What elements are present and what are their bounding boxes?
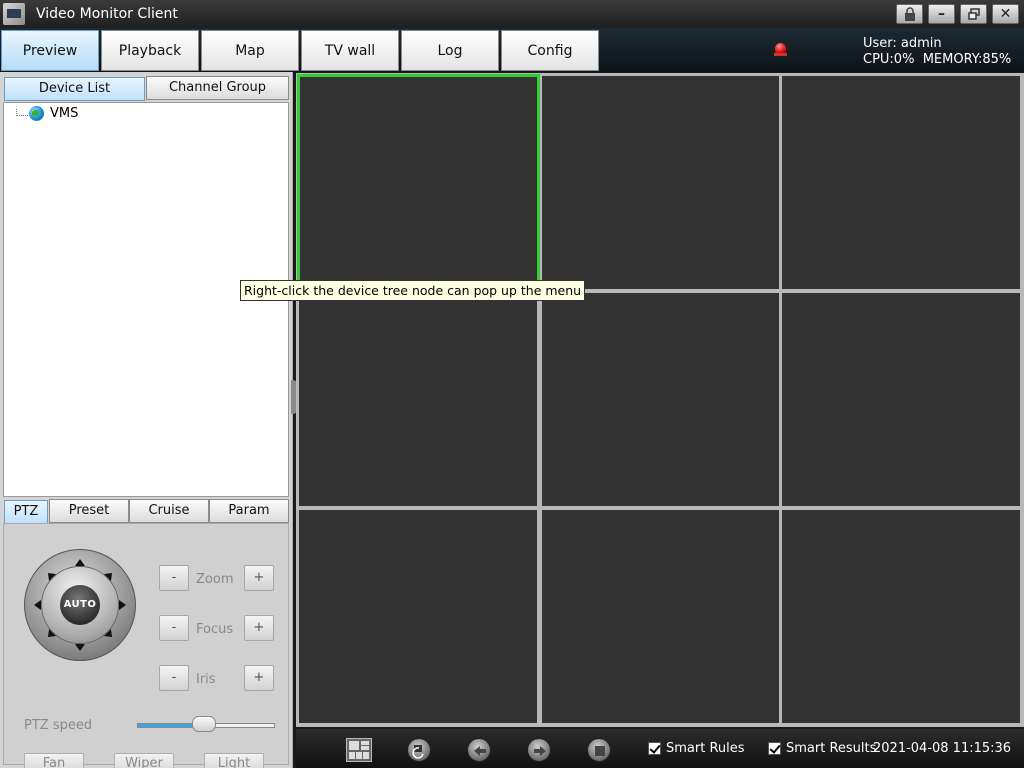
tab-log[interactable]: Log: [401, 30, 499, 71]
focus-minus-button[interactable]: -: [159, 615, 189, 641]
smart-rules-label: Smart Rules: [666, 741, 745, 756]
ptz-panel: AUTO - Zoom + - Focus + - Iris + PTZ spe…: [3, 523, 289, 768]
video-cell-6[interactable]: [782, 293, 1020, 506]
restore-button[interactable]: [960, 4, 987, 24]
focus-plus-button[interactable]: +: [244, 615, 274, 641]
minimize-button[interactable]: –: [928, 4, 955, 24]
smart-results-label: Smart Results: [786, 741, 877, 756]
close-button[interactable]: ✕: [992, 4, 1019, 24]
zoom-label: Zoom: [196, 572, 234, 587]
stop-glyph: [595, 746, 605, 756]
wiper-button[interactable]: Wiper: [114, 753, 174, 768]
window-title: Video Monitor Client: [36, 6, 178, 22]
tab-tv-wall[interactable]: TV wall: [301, 30, 399, 71]
ptz-joystick[interactable]: AUTO: [24, 549, 136, 661]
sequence-glyph: [412, 745, 424, 759]
video-cell-7[interactable]: [299, 510, 537, 723]
stop-all-icon[interactable]: [587, 738, 611, 762]
tab-preview[interactable]: Preview: [1, 30, 99, 71]
ptz-speed-thumb[interactable]: [192, 716, 216, 732]
tab-playback[interactable]: Playback: [101, 30, 199, 71]
smart-results-checkbox[interactable]: [768, 742, 781, 755]
app-icon: [3, 3, 25, 25]
main-nav: Preview Playback Map TV wall Log Config …: [0, 28, 1024, 72]
video-cell-1[interactable]: [297, 74, 540, 290]
iris-minus-button[interactable]: -: [159, 665, 189, 691]
tooltip: Right-click the device tree node can pop…: [240, 280, 586, 301]
joystick-ring: AUTO: [41, 566, 119, 644]
slider-fill: [138, 724, 199, 727]
zoom-minus-button[interactable]: -: [159, 565, 189, 591]
user-label: User: admin: [863, 36, 942, 51]
lock-icon: [904, 7, 915, 21]
light-button[interactable]: Light: [204, 753, 264, 768]
next-page-icon[interactable]: [527, 738, 551, 762]
minimize-icon: –: [938, 6, 945, 22]
tab-preset[interactable]: Preset: [49, 499, 129, 523]
iris-label: Iris: [196, 672, 216, 687]
tab-device-list[interactable]: Device List: [4, 77, 145, 101]
fan-button[interactable]: Fan: [24, 753, 84, 768]
previous-page-icon[interactable]: [467, 738, 491, 762]
globe-icon: [29, 106, 44, 121]
system-stats: CPU:0% MEMORY:85%: [863, 52, 1012, 67]
alarm-icon[interactable]: [774, 43, 787, 57]
tab-ptz[interactable]: PTZ: [4, 500, 48, 524]
user-info: User: admin CPU:0% MEMORY:85%: [863, 36, 1011, 68]
close-icon: ✕: [999, 6, 1012, 22]
focus-label: Focus: [196, 622, 234, 637]
tab-config[interactable]: Config: [501, 30, 599, 71]
auto-button[interactable]: AUTO: [60, 585, 100, 625]
smart-rules-checkbox[interactable]: [648, 742, 661, 755]
ptz-speed-label: PTZ speed: [24, 718, 93, 733]
tab-param[interactable]: Param: [209, 499, 289, 523]
layout-icon[interactable]: [346, 738, 372, 762]
lock-button[interactable]: [896, 4, 923, 24]
video-grid: [296, 73, 1024, 727]
right-arrow-glyph: [534, 746, 546, 756]
datetime-display: 2021-04-08 11:15:36: [873, 741, 1012, 756]
video-cell-5[interactable]: [542, 293, 779, 506]
iris-plus-button[interactable]: +: [244, 665, 274, 691]
video-cell-2[interactable]: [542, 76, 779, 289]
left-panel: Device List Channel Group VMS PTZ Preset…: [0, 72, 293, 768]
tab-channel-group[interactable]: Channel Group: [146, 76, 289, 100]
left-arrow-glyph: [474, 746, 486, 756]
video-cell-3[interactable]: [782, 76, 1020, 289]
zoom-plus-button[interactable]: +: [244, 565, 274, 591]
title-bar: Video Monitor Client – ✕: [0, 0, 1024, 28]
video-cell-9[interactable]: [782, 510, 1020, 723]
tree-node-vms[interactable]: VMS: [50, 106, 78, 121]
video-toolbar: Smart Rules Smart Results 2021-04-08 11:…: [296, 729, 1024, 768]
sequence-icon[interactable]: [407, 738, 431, 762]
tree-connector: [16, 109, 28, 116]
video-cell-4[interactable]: [299, 293, 537, 506]
restore-icon: [967, 8, 980, 20]
tab-cruise[interactable]: Cruise: [129, 499, 209, 523]
video-cell-8[interactable]: [542, 510, 779, 723]
tab-map[interactable]: Map: [201, 30, 299, 71]
